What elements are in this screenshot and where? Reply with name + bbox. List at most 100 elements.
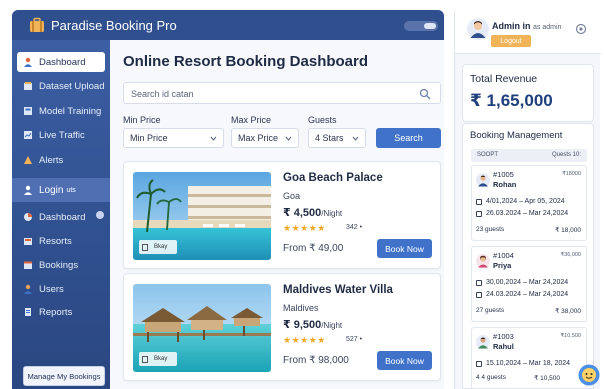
max-price-select[interactable]: Max Price: [231, 128, 299, 148]
manage-bookings-button[interactable]: Manage My Bookings: [23, 366, 105, 386]
booking-date: 24.03.2024 – Mar 24,2024: [486, 291, 569, 298]
resort-price: ₹ 9,500/Night: [283, 318, 342, 331]
upload-icon: [23, 81, 33, 91]
sidebar-item-label: Resorts: [39, 235, 72, 247]
booking-date: 4/01,2024 – Apr 05, 2024: [486, 198, 565, 205]
image-badge: Bkay: [139, 352, 177, 366]
app-window: Paradise Booking Pro Dashboard Dataset U…: [0, 0, 604, 389]
booking-management-title: Booking Management: [470, 130, 563, 141]
users-icon: [23, 284, 33, 294]
image-badge: Bkay: [139, 240, 177, 254]
search-icon[interactable]: [419, 88, 431, 100]
star-rating: ★★★★★: [283, 335, 326, 345]
user-icon: [23, 57, 33, 67]
booking-date-line: 26.03.2024 – Mar 24,2024: [476, 210, 568, 217]
sidebar-subitem-bookings[interactable]: Bookings: [17, 255, 105, 275]
water-villa-image[interactable]: Bkay: [133, 284, 271, 372]
booking-id: #1005: [493, 170, 514, 179]
guest-count: 27 guests: [476, 307, 505, 314]
resort-name[interactable]: Goa Beach Palace: [283, 172, 383, 184]
booking-card[interactable]: #1004 Priya ₹36,000 30,00,2024 – Mar 24,…: [471, 246, 587, 322]
resort-name[interactable]: Maldives Water Villa: [283, 284, 393, 296]
admin-avatar[interactable]: [467, 18, 489, 40]
sidebar-subitem-users[interactable]: Users: [17, 279, 105, 299]
booking-date-line: 15.10,2024 – Mar 18, 2024: [476, 360, 570, 367]
booking-card[interactable]: #1005 Rohan ₹18000 4/01,2024 – Apr 05, 2…: [471, 165, 587, 241]
header-quests: Quests 10:: [551, 152, 581, 158]
admin-role: as admin: [533, 24, 562, 31]
theme-toggle[interactable]: [404, 21, 438, 31]
calendar-icon: [476, 210, 482, 217]
resort-icon: [23, 236, 33, 246]
sidebar: Dashboard Dataset Upload Model Training …: [12, 40, 110, 389]
chevron-down-icon: [352, 136, 359, 141]
top-bar: Paradise Booking Pro: [12, 10, 444, 40]
search-button[interactable]: Search: [376, 128, 441, 148]
price-value: ₹ 9,500: [283, 319, 322, 331]
booking-amount: ₹18000: [562, 171, 581, 177]
sidebar-subitem-resorts[interactable]: Resorts: [17, 231, 105, 251]
logout-button[interactable]: Logout: [491, 35, 531, 47]
page-icon: [142, 355, 148, 363]
image-badge-label: Bkay: [154, 356, 168, 362]
booking-date-line: 24.03.2024 – Mar 24,2024: [476, 291, 568, 298]
booking-card[interactable]: #1003 Rahul ₹10,500 15.10,2024 – Mar 18,…: [471, 327, 587, 389]
min-price-value: Min Price: [130, 133, 168, 143]
admin-bar: Admin in as admin Logout: [455, 10, 601, 54]
revenue-card: Total Revenue ₹ 1,65,000: [462, 64, 594, 122]
chevron-down-icon: [285, 136, 292, 141]
gear-icon[interactable]: [575, 23, 587, 35]
sidebar-item-alerts[interactable]: Alerts: [17, 150, 105, 170]
price-unit: /Night: [321, 321, 343, 330]
booking-list-header: SOOPT Quests 10:: [471, 149, 587, 162]
sidebar-item-model-training[interactable]: Model Training: [17, 101, 105, 121]
chevron-down-icon: [210, 136, 217, 141]
book-now-button[interactable]: Book Now: [377, 239, 432, 258]
app-title: Paradise Booking Pro: [51, 18, 177, 33]
resort-location: Goa: [283, 191, 301, 201]
sidebar-section-label: Login: [39, 184, 64, 196]
toggle-knob: [424, 23, 436, 29]
book-now-button[interactable]: Book Now: [377, 351, 432, 370]
booking-amount: ₹10,500: [560, 333, 581, 339]
right-panel: Admin in as admin Logout Total Revenue ₹…: [454, 10, 601, 389]
sidebar-item-dashboard[interactable]: Dashboard: [17, 52, 105, 72]
min-price-select[interactable]: Min Price: [123, 128, 224, 148]
booking-total: ₹ 10,500: [534, 375, 560, 382]
sidebar-section-login[interactable]: Login uts: [12, 178, 110, 202]
from-price: From ₹ 49,00: [283, 243, 344, 254]
sidebar-item-live-traffic[interactable]: Live Traffic: [17, 125, 105, 145]
guest-avatar: [476, 173, 490, 187]
header-sort[interactable]: SOOPT: [477, 152, 498, 158]
min-price-label: Min Price: [123, 115, 161, 125]
booking-total: ₹ 38,000: [555, 308, 581, 315]
booking-id: #1003: [493, 332, 514, 341]
suitcase-logo-icon: [30, 17, 44, 32]
user-group-icon: [23, 185, 33, 195]
booking-date-line: 30,00,2024 – Mar 24,2024: [476, 279, 568, 286]
sidebar-item-label: Alerts: [39, 154, 64, 166]
sidebar-subitem-reports[interactable]: Reports: [17, 302, 105, 322]
star-rating: ★★★★★: [283, 223, 326, 233]
guest-name: Rohan: [493, 180, 517, 189]
sidebar-subitem-dashboard[interactable]: Dashboard: [17, 207, 105, 227]
booking-date: 26.03.2024 – Mar 24,2024: [486, 210, 569, 217]
search-input[interactable]: [131, 87, 421, 100]
guests-value: 4 Stars: [315, 133, 344, 143]
search-box[interactable]: [123, 82, 441, 104]
sidebar-item-label: Users: [39, 283, 64, 295]
admin-name: Admin in as admin: [492, 21, 561, 31]
guests-select[interactable]: 4 Stars: [308, 128, 366, 148]
booking-date-line: 4/01,2024 – Apr 05, 2024: [476, 198, 565, 205]
price-unit: /Night: [321, 209, 343, 218]
sidebar-section-suffix: uts: [66, 186, 76, 194]
chat-assistant-icon[interactable]: [578, 364, 600, 386]
model-icon: [23, 106, 33, 116]
guest-name: Priya: [493, 261, 512, 270]
image-badge-label: Bkay: [154, 244, 168, 250]
dashboard-icon: [23, 212, 33, 222]
sidebar-item-dataset-upload[interactable]: Dataset Upload: [17, 76, 105, 96]
beach-resort-image[interactable]: Bkay: [133, 172, 271, 260]
sidebar-item-label: Dashboard: [39, 211, 86, 223]
max-price-label: Max Price: [231, 115, 272, 125]
